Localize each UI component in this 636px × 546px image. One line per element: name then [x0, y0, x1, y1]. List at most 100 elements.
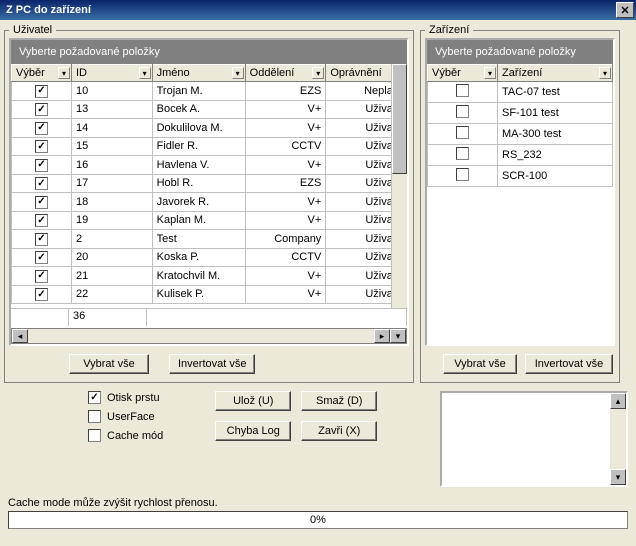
cell-name: RS_232	[498, 145, 613, 166]
cell-dept: EZS	[245, 82, 326, 101]
user-group: Uživatel Vyberte požadované položky Výbě…	[4, 24, 414, 383]
user-invert-all-button[interactable]: Invertovat vše	[169, 354, 255, 374]
scroll-right-icon[interactable]: ▸	[374, 329, 390, 343]
save-button[interactable]: Ulož (U)	[215, 391, 291, 411]
table-row[interactable]: 17Hobl R.EZSUživate	[12, 174, 407, 193]
chevron-down-icon[interactable]: ▾	[139, 67, 151, 79]
cell-id: 13	[71, 100, 152, 119]
cell-name: Trojan M.	[152, 82, 245, 101]
cell-dept: V+	[245, 267, 326, 286]
cell-name: Javorek R.	[152, 193, 245, 212]
chevron-down-icon[interactable]: ▾	[232, 67, 244, 79]
table-row[interactable]: 22Kulisek P.V+Uživate	[12, 285, 407, 304]
log-vscrollbar[interactable]: ▴ ▾	[610, 393, 626, 485]
cell-name: Kulisek P.	[152, 285, 245, 304]
cell-name: Test	[152, 230, 245, 249]
device-invert-all-button[interactable]: Invertovat vše	[525, 354, 613, 374]
cell-name: Dokulilova M.	[152, 119, 245, 138]
cell-id: 16	[71, 156, 152, 175]
user-col-name[interactable]: Jméno▾	[152, 65, 245, 82]
cell-id: 17	[71, 174, 152, 193]
cell-id: 18	[71, 193, 152, 212]
row-checkbox[interactable]	[35, 196, 48, 209]
table-row[interactable]: SCR-100	[428, 166, 613, 187]
chevron-down-icon[interactable]: ▾	[599, 67, 611, 79]
cell-id: 14	[71, 119, 152, 138]
chevron-down-icon[interactable]: ▾	[58, 67, 70, 79]
fingerprint-checkbox[interactable]	[88, 391, 101, 404]
scroll-down-icon[interactable]: ▾	[610, 469, 626, 485]
table-row[interactable]: 14Dokulilova M.V+Uživate	[12, 119, 407, 138]
row-checkbox[interactable]	[456, 84, 469, 97]
close-button[interactable]: Zavři (X)	[301, 421, 377, 441]
row-checkbox[interactable]	[35, 288, 48, 301]
row-checkbox[interactable]	[35, 177, 48, 190]
cell-dept: V+	[245, 119, 326, 138]
scroll-left-icon[interactable]: ◂	[12, 329, 28, 343]
table-row[interactable]: 18Javorek R.V+Uživate	[12, 193, 407, 212]
table-row[interactable]: 10Trojan M.EZSNeplatn	[12, 82, 407, 101]
chevron-down-icon[interactable]: ▾	[390, 329, 406, 343]
cell-dept: V+	[245, 285, 326, 304]
scroll-up-icon[interactable]: ▴	[610, 393, 626, 409]
progress-text: 0%	[310, 514, 326, 526]
cell-id: 19	[71, 211, 152, 230]
table-row[interactable]: 19Kaplan M.V+Uživate	[12, 211, 407, 230]
userface-checkbox[interactable]	[88, 410, 101, 423]
cache-checkbox[interactable]	[88, 429, 101, 442]
close-icon[interactable]: ✕	[616, 2, 634, 18]
table-row[interactable]: MA-300 test	[428, 124, 613, 145]
row-checkbox[interactable]	[456, 105, 469, 118]
table-row[interactable]: RS_232	[428, 145, 613, 166]
row-checkbox[interactable]	[456, 168, 469, 181]
cell-dept: V+	[245, 100, 326, 119]
chevron-down-icon[interactable]: ▾	[484, 67, 496, 79]
table-row[interactable]: 21Kratochvil M.V+Uživate	[12, 267, 407, 286]
user-vscrollbar[interactable]	[391, 64, 407, 308]
device-select-all-button[interactable]: Vybrat vše	[443, 354, 517, 374]
row-checkbox[interactable]	[35, 159, 48, 172]
row-checkbox[interactable]	[35, 140, 48, 153]
table-row[interactable]: TAC-07 test	[428, 82, 613, 103]
delete-button[interactable]: Smaž (D)	[301, 391, 377, 411]
user-col-id[interactable]: ID▾	[71, 65, 152, 82]
table-row[interactable]: SF-101 test	[428, 103, 613, 124]
cell-dept: Company	[245, 230, 326, 249]
cache-note: Cache mode může zvýšit rychlost přenosu.	[4, 491, 632, 511]
row-checkbox[interactable]	[35, 122, 48, 135]
table-row[interactable]: 15Fidler R.CCTVUživate	[12, 137, 407, 156]
table-row[interactable]: 13Bocek A.V+Uživate	[12, 100, 407, 119]
table-row[interactable]: 16Havlena V.V+Uživate	[12, 156, 407, 175]
cell-id: 10	[71, 82, 152, 101]
errorlog-button[interactable]: Chyba Log	[215, 421, 291, 441]
table-row[interactable]: 20Koska P.CCTVUživate	[12, 248, 407, 267]
user-group-legend: Uživatel	[9, 24, 56, 36]
user-col-dept[interactable]: Oddělení▾	[245, 65, 326, 82]
row-checkbox[interactable]	[35, 85, 48, 98]
device-col-select[interactable]: Výběr▾	[428, 65, 498, 82]
user-hscrollbar[interactable]: ◂ ▸ ▾	[11, 328, 407, 344]
row-checkbox[interactable]	[35, 251, 48, 264]
row-checkbox[interactable]	[456, 126, 469, 139]
cell-dept: CCTV	[245, 248, 326, 267]
cell-id: 15	[71, 137, 152, 156]
user-select-all-button[interactable]: Vybrat vše	[69, 354, 149, 374]
device-col-name[interactable]: Zařízení▾	[498, 65, 613, 82]
table-row[interactable]: 2TestCompanyUživate	[12, 230, 407, 249]
cache-label: Cache mód	[107, 430, 163, 442]
row-checkbox[interactable]	[35, 103, 48, 116]
chevron-down-icon[interactable]: ▾	[312, 67, 324, 79]
cell-dept: V+	[245, 156, 326, 175]
row-checkbox[interactable]	[35, 214, 48, 227]
row-checkbox[interactable]	[456, 147, 469, 160]
log-textarea[interactable]: ▴ ▾	[440, 391, 628, 487]
fingerprint-label: Otisk prstu	[107, 392, 160, 404]
user-col-select[interactable]: Výběr▾	[12, 65, 72, 82]
cell-name: SF-101 test	[498, 103, 613, 124]
cell-name: SCR-100	[498, 166, 613, 187]
cell-name: Koska P.	[152, 248, 245, 267]
cell-name: Havlena V.	[152, 156, 245, 175]
row-checkbox[interactable]	[35, 270, 48, 283]
row-checkbox[interactable]	[35, 233, 48, 246]
device-group: Zařízení Vyberte požadované položky Výbě…	[420, 24, 620, 383]
